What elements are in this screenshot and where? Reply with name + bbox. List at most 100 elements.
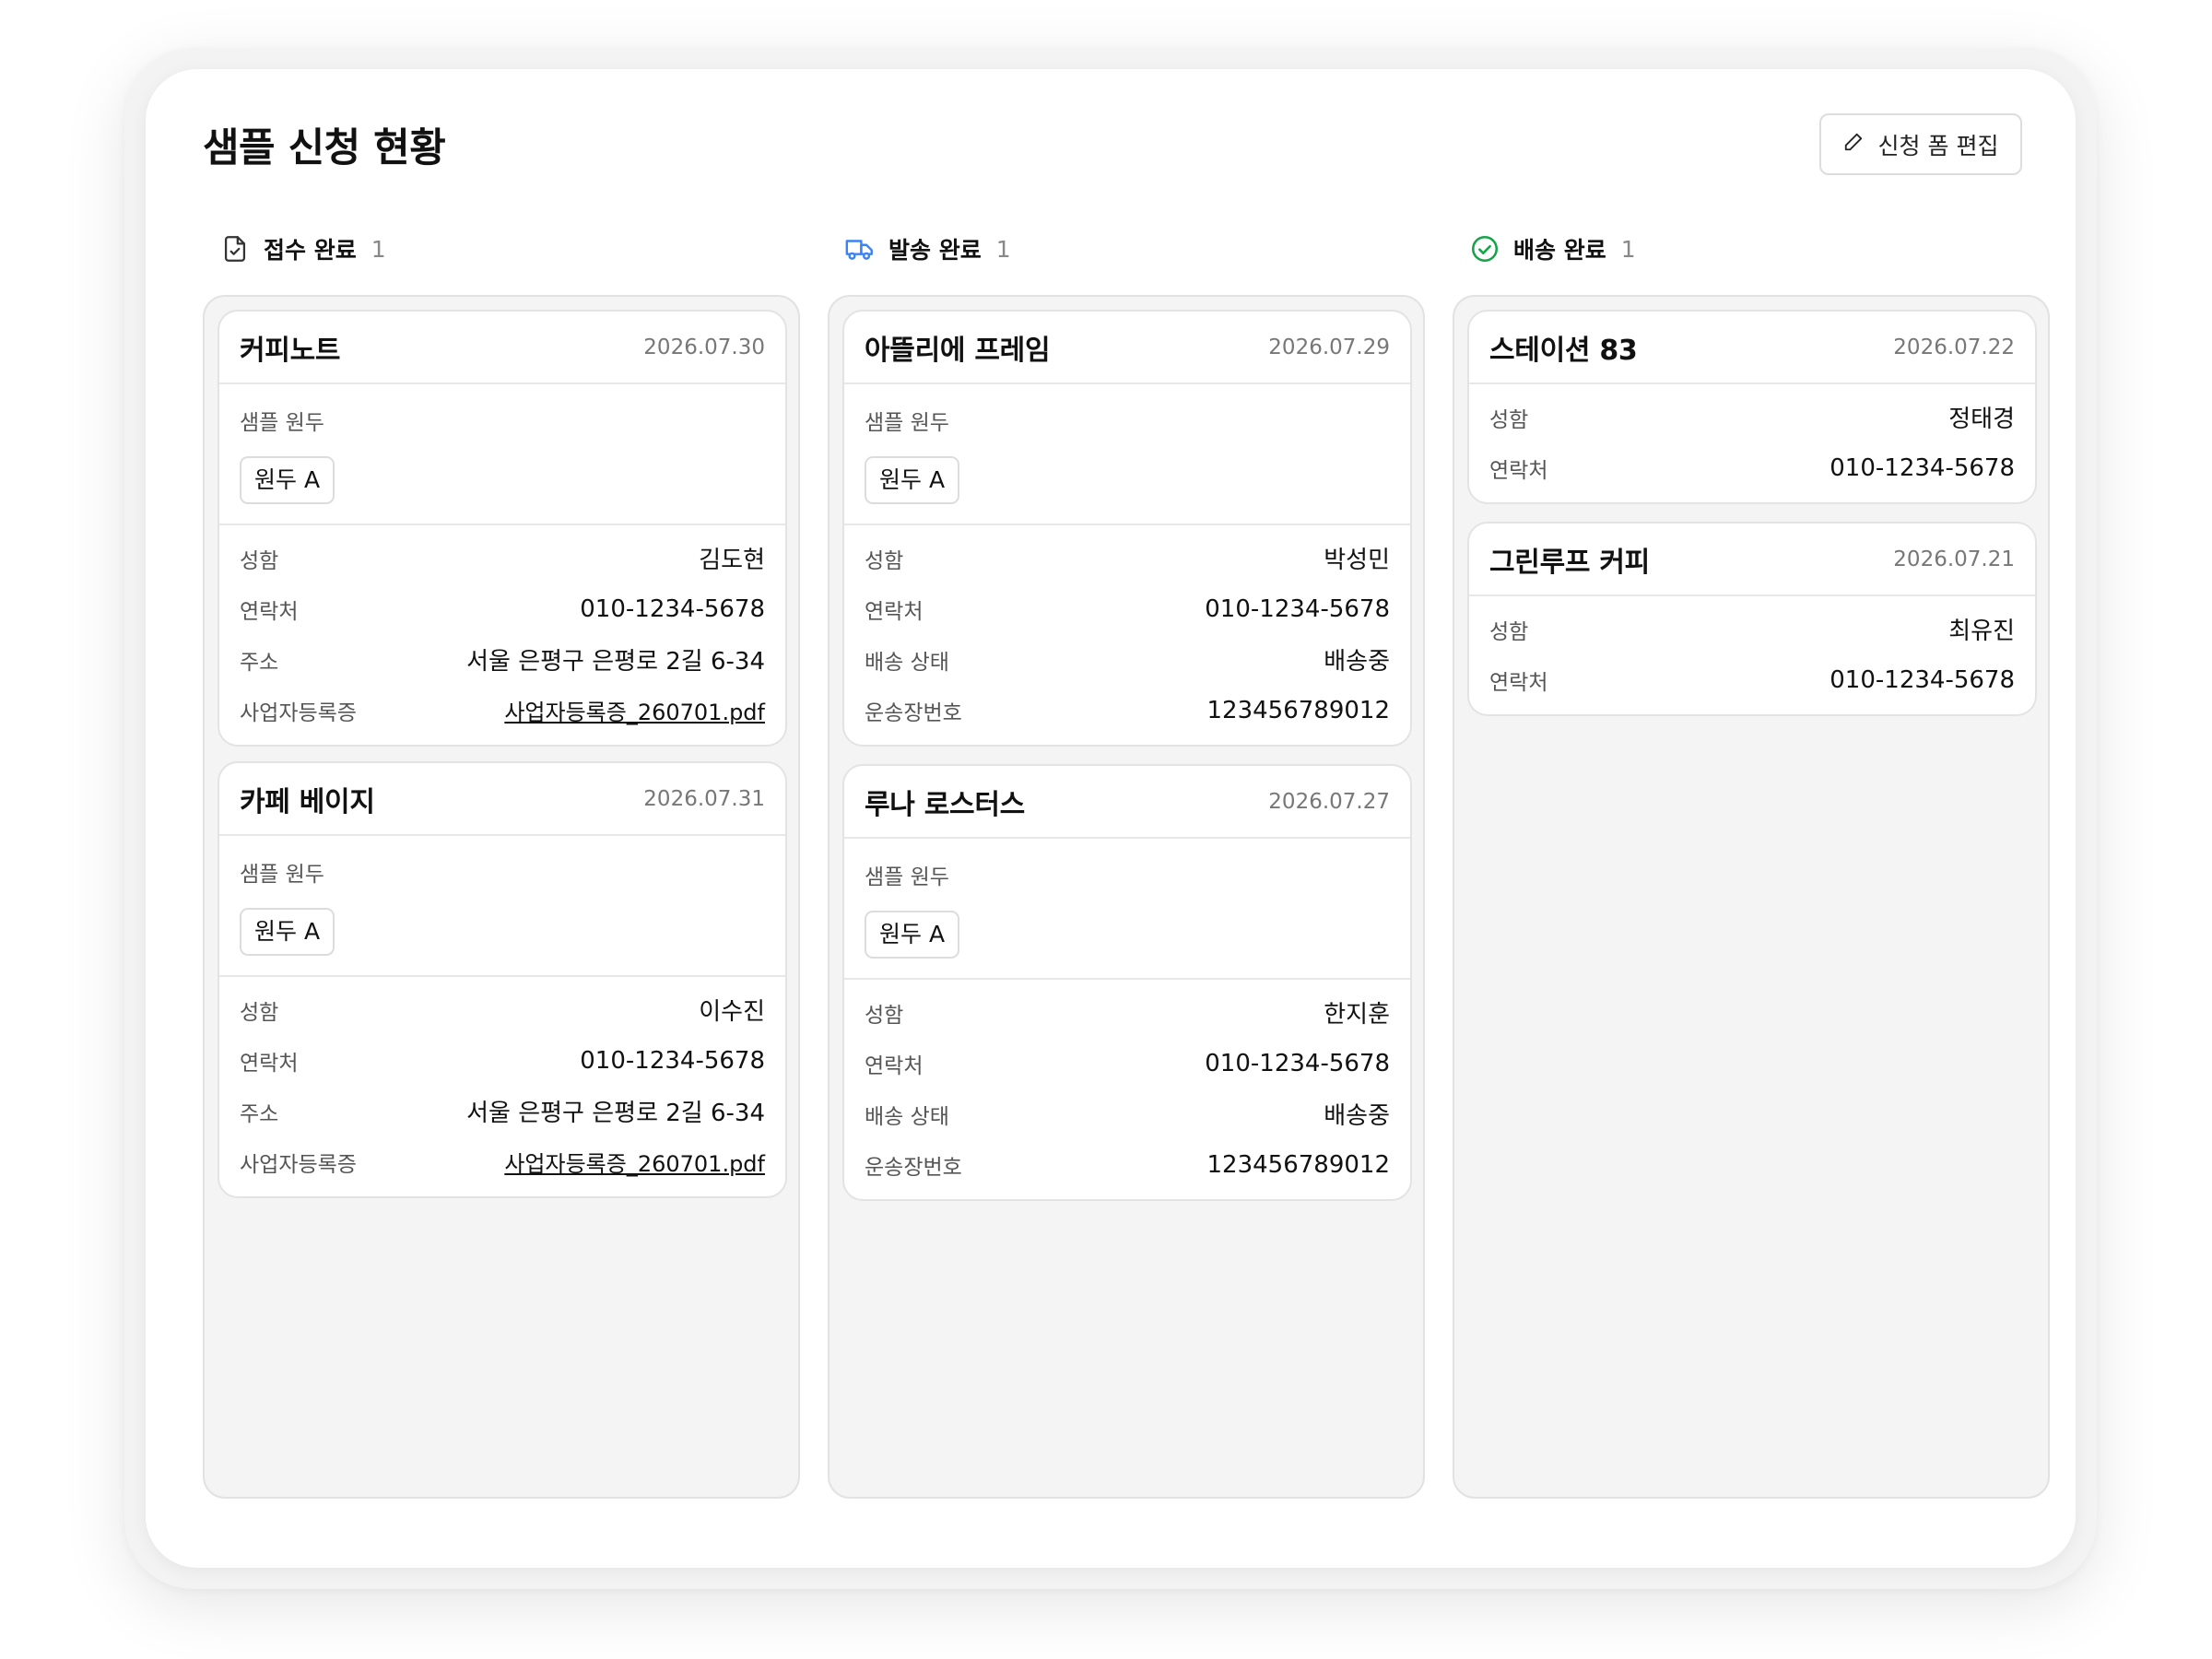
application-card[interactable]: 카페 베이지 2026.07.31 샘플 원두 원두 A 성함 이수진 연락처 01…	[218, 761, 787, 1198]
detail-value: 010-1234-5678	[580, 1046, 765, 1075]
sample-section: 샘플 원두 원두 A	[219, 836, 785, 977]
detail-key: 연락처	[240, 1051, 299, 1076]
sample-label: 샘플 원두	[240, 863, 324, 887]
detail-row: 성함 한지훈	[865, 987, 1390, 1038]
column-received: 커피노트 2026.07.30 샘플 원두 원두 A 성함 김도현 연락처 010-…	[203, 295, 800, 1499]
card-header: 아뜰리에 프레임 2026.07.29	[844, 312, 1410, 384]
detail-value: 010-1234-5678	[1830, 453, 2015, 482]
detail-key: 연락처	[1489, 670, 1548, 695]
card-header: 스테이션 83 2026.07.22	[1469, 312, 2035, 384]
business-license-link[interactable]: 사업자등록증_260701.pdf	[504, 694, 765, 726]
detail-row: 사업자등록증 사업자등록증_260701.pdf	[240, 685, 765, 735]
sample-label: 샘플 원두	[865, 865, 949, 889]
column-header-delivered: 배송 완료 1	[1469, 230, 1636, 267]
detail-row: 배송 상태 배송중	[865, 1088, 1390, 1139]
detail-key: 사업자등록증	[240, 1152, 357, 1177]
detail-key: 성함	[1489, 407, 1529, 432]
cafe-name: 커피노트	[240, 334, 341, 367]
card-details: 성함 박성민 연락처 010-1234-5678 배송 상태 배송중 운송장번호 123…	[844, 525, 1410, 745]
application-card[interactable]: 아뜰리에 프레임 2026.07.29 샘플 원두 원두 A 성함 박성민 연락처…	[842, 310, 1412, 747]
detail-key: 연락처	[240, 599, 299, 624]
edit-form-button[interactable]: 신청 폼 편집	[1819, 113, 2022, 175]
detail-row: 성함 정태경	[1489, 392, 2015, 442]
sample-chip: 원두 A	[865, 911, 960, 959]
detail-key: 주소	[240, 650, 279, 675]
card-details: 성함 최유진 연락처 010-1234-5678	[1469, 596, 2035, 714]
card-date: 2026.07.22	[1893, 335, 2015, 359]
truck-icon	[844, 233, 876, 265]
column-count: 1	[995, 235, 1011, 263]
delivery-status: 배송중	[1324, 648, 1390, 676]
card-date: 2026.07.27	[1268, 789, 1390, 814]
detail-key: 연락처	[865, 599, 924, 624]
detail-row: 성함 최유진	[1489, 604, 2015, 654]
cafe-name: 스테이션 83	[1489, 334, 1638, 367]
detail-key: 운송장번호	[865, 1155, 962, 1180]
column-shipped: 아뜰리에 프레임 2026.07.29 샘플 원두 원두 A 성함 박성민 연락처…	[828, 295, 1425, 1499]
detail-key: 성함	[1489, 619, 1529, 644]
detail-row: 연락처 010-1234-5678	[865, 1038, 1390, 1088]
detail-value: 최유진	[1948, 618, 2015, 645]
detail-row: 사업자등록증 사업자등록증_260701.pdf	[240, 1136, 765, 1187]
detail-row: 운송장번호 123456789012	[865, 1139, 1390, 1190]
column-label: 발송 완료	[888, 237, 982, 264]
detail-value: 010-1234-5678	[1205, 1049, 1390, 1077]
column-header-received: 접수 완료 1	[219, 230, 386, 267]
tracking-number: 123456789012	[1206, 1150, 1390, 1179]
detail-row: 연락처 010-1234-5678	[865, 583, 1390, 634]
delivery-status: 배송중	[1324, 1102, 1390, 1130]
check-circle-icon	[1469, 233, 1500, 265]
detail-row: 주소 서울 은평구 은평로 2길 6-34	[240, 634, 765, 685]
card-details: 성함 정태경 연락처 010-1234-5678	[1469, 384, 2035, 502]
detail-key: 성함	[240, 1000, 279, 1025]
cafe-name: 루나 로스터스	[865, 788, 1025, 821]
detail-row: 성함 이수진	[240, 984, 765, 1035]
application-card[interactable]: 루나 로스터스 2026.07.27 샘플 원두 원두 A 성함 한지훈 연락처 0…	[842, 764, 1412, 1201]
card-header: 루나 로스터스 2026.07.27	[844, 766, 1410, 839]
card-details: 성함 김도현 연락처 010-1234-5678 주소 서울 은평구 은평로 2길 6…	[219, 525, 785, 745]
detail-key: 사업자등록증	[240, 700, 357, 725]
detail-row: 성함 박성민	[865, 533, 1390, 583]
sample-chip: 원두 A	[240, 908, 335, 956]
detail-value: 010-1234-5678	[1830, 665, 2015, 694]
business-license-link[interactable]: 사업자등록증_260701.pdf	[504, 1146, 765, 1178]
application-card[interactable]: 스테이션 83 2026.07.22 성함 정태경 연락처 010-1234-567…	[1467, 310, 2037, 504]
detail-key: 연락처	[1489, 458, 1548, 483]
card-details: 성함 한지훈 연락처 010-1234-5678 배송 상태 배송중 운송장번호 123…	[844, 980, 1410, 1199]
cafe-name: 그린루프 커피	[1489, 546, 1650, 579]
detail-key: 성함	[865, 548, 904, 573]
application-card[interactable]: 그린루프 커피 2026.07.21 성함 최유진 연락처 010-1234-567…	[1467, 522, 2037, 716]
card-header: 카페 베이지 2026.07.31	[219, 763, 785, 836]
detail-key: 성함	[240, 548, 279, 573]
cafe-name: 카페 베이지	[240, 785, 375, 818]
card-header: 그린루프 커피 2026.07.21	[1469, 524, 2035, 596]
card-date: 2026.07.31	[643, 786, 765, 811]
detail-value: 정태경	[1948, 406, 2015, 433]
detail-key: 배송 상태	[865, 650, 949, 675]
application-card[interactable]: 커피노트 2026.07.30 샘플 원두 원두 A 성함 김도현 연락처 010-…	[218, 310, 787, 747]
card-header: 커피노트 2026.07.30	[219, 312, 785, 384]
card-date: 2026.07.29	[1268, 335, 1390, 359]
detail-value: 010-1234-5678	[1205, 594, 1390, 623]
detail-value: 서울 은평구 은평로 2길 6-34	[466, 648, 765, 676]
detail-key: 연락처	[865, 1053, 924, 1078]
detail-row: 주소 서울 은평구 은평로 2길 6-34	[240, 1086, 765, 1136]
column-delivered: 스테이션 83 2026.07.22 성함 정태경 연락처 010-1234-567…	[1453, 295, 2050, 1499]
detail-row: 연락처 010-1234-5678	[240, 583, 765, 634]
detail-value: 한지훈	[1324, 1001, 1390, 1029]
column-count: 1	[371, 235, 386, 263]
detail-row: 성함 김도현	[240, 533, 765, 583]
column-header-shipped: 발송 완료 1	[844, 230, 1011, 267]
column-label: 접수 완료	[264, 237, 357, 264]
sample-label: 샘플 원두	[865, 411, 949, 435]
sample-section: 샘플 원두 원두 A	[219, 384, 785, 525]
detail-value: 박성민	[1324, 547, 1390, 574]
detail-key: 성함	[865, 1003, 904, 1028]
cafe-name: 아뜰리에 프레임	[865, 334, 1051, 367]
detail-row: 연락처 010-1234-5678	[1489, 654, 2015, 705]
detail-row: 배송 상태 배송중	[865, 634, 1390, 685]
edit-form-button-label: 신청 폼 편집	[1877, 132, 1999, 159]
document-check-icon	[219, 233, 251, 265]
detail-row: 운송장번호 123456789012	[865, 685, 1390, 735]
card-details: 성함 이수진 연락처 010-1234-5678 주소 서울 은평구 은평로 2길 6…	[219, 977, 785, 1196]
